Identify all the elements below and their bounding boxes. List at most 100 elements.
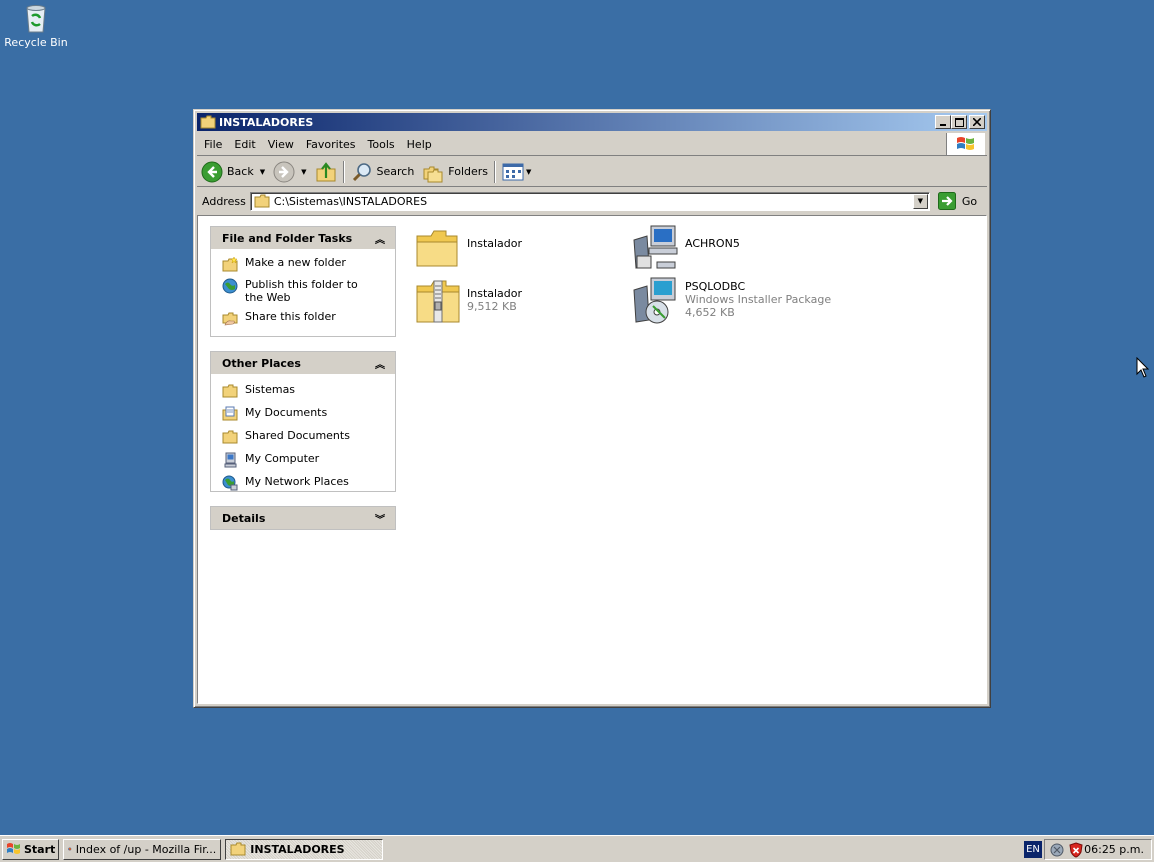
address-value: C:\Sistemas\INSTALADORES	[273, 194, 428, 208]
clock[interactable]: 06:25 p.m.	[1084, 843, 1144, 856]
folder-icon	[222, 384, 238, 398]
place-sistemas[interactable]: Sistemas	[222, 383, 395, 399]
go-button[interactable]: Go	[937, 192, 978, 210]
language-indicator[interactable]: EN	[1024, 841, 1042, 858]
address-dropdown-button[interactable]: ▼	[912, 193, 928, 209]
start-button[interactable]: Start	[2, 838, 60, 860]
task-label: Publish this folder to the Web	[245, 278, 358, 304]
maximize-icon	[954, 117, 964, 127]
zip-folder-icon	[416, 280, 460, 323]
file-item-folder-instalador[interactable]: Instalador	[413, 222, 522, 272]
my-computer-icon	[224, 452, 237, 468]
standard-toolbar: Back ▼ ▼ Search Folders ▼	[197, 157, 987, 187]
collapse-chevron-icon[interactable]: ︽	[375, 231, 385, 246]
place-label: My Computer	[245, 452, 320, 465]
go-arrow-icon	[937, 192, 956, 210]
other-places-header[interactable]: Other Places ︽	[211, 352, 395, 374]
panel-title: Details	[222, 511, 266, 525]
up-folder-button[interactable]	[311, 159, 341, 185]
other-places-panel: Other Places ︽ Sistemas My Documents Sha…	[210, 351, 396, 492]
explorer-window: INSTALADORES File Edit View Favorites To…	[193, 109, 991, 708]
place-shared-documents[interactable]: Shared Documents	[222, 429, 395, 445]
taskbar-button-firefox[interactable]: Index of /up - Mozilla Fir...	[63, 838, 222, 860]
folder-icon	[230, 842, 246, 856]
title-bar[interactable]: INSTALADORES	[197, 113, 987, 131]
file-size: 9,512 KB	[467, 300, 517, 313]
windows-flag-icon	[957, 137, 974, 150]
task-share-folder[interactable]: Share this folder	[222, 310, 395, 326]
folders-label: Folders	[448, 165, 489, 178]
menu-help[interactable]: Help	[401, 138, 438, 151]
task-label: Share this folder	[245, 310, 336, 323]
setup-program-icon	[633, 225, 678, 269]
address-field[interactable]: C:\Sistemas\INSTALADORES ▼	[249, 191, 930, 211]
details-panel: Details ︾	[210, 506, 396, 530]
file-name: Instalador	[467, 287, 523, 300]
file-size: 4,652 KB	[685, 306, 735, 319]
menu-file[interactable]: File	[197, 138, 228, 151]
folder-content-area: File and Folder Tasks ︽ Make a new folde…	[197, 215, 987, 704]
back-dropdown-icon[interactable]: ▼	[260, 168, 265, 176]
new-folder-icon	[222, 256, 238, 272]
toolbar-separator	[494, 160, 497, 183]
toolbar-separator	[342, 160, 345, 183]
back-label: Back	[227, 165, 254, 178]
back-button[interactable]: Back ▼	[197, 159, 269, 185]
place-label: Sistemas	[245, 383, 296, 396]
file-name: PSQLODBC	[685, 280, 746, 293]
windows-logo	[946, 133, 985, 155]
address-bar: Address C:\Sistemas\INSTALADORES ▼ Go	[197, 189, 987, 213]
taskbar: Start Index of /up - Mozilla Fir... INST…	[0, 835, 1154, 862]
close-icon	[973, 118, 981, 126]
network-places-icon	[222, 475, 238, 491]
forward-button[interactable]: ▼	[269, 159, 310, 185]
taskbar-button-instaladores[interactable]: INSTALADORES	[225, 838, 384, 860]
forward-dropdown-icon[interactable]: ▼	[301, 168, 306, 176]
views-button[interactable]: ▼	[498, 159, 535, 185]
share-folder-icon	[222, 312, 238, 326]
folder-icon	[254, 194, 270, 208]
menu-view[interactable]: View	[262, 138, 300, 151]
file-type: Windows Installer Package	[685, 293, 832, 306]
task-publish-to-web[interactable]: Publish this folder to the Web	[222, 278, 395, 304]
minimize-button[interactable]	[935, 115, 951, 129]
go-label: Go	[961, 194, 978, 208]
file-folder-tasks-panel: File and Folder Tasks ︽ Make a new folde…	[210, 226, 396, 337]
my-documents-icon	[222, 406, 238, 421]
file-item-psqlodbc[interactable]: PSQLODBC Windows Installer Package 4,652…	[631, 276, 831, 326]
back-arrow-icon	[201, 161, 223, 182]
panel-title: Other Places	[222, 356, 301, 370]
maximize-button[interactable]	[951, 115, 967, 129]
recycle-bin-desktop-icon[interactable]: Recycle Bin	[4, 2, 68, 49]
collapse-chevron-icon[interactable]: ︽	[375, 356, 385, 371]
up-folder-icon	[316, 161, 335, 181]
folder-icon	[200, 115, 216, 129]
search-label: Search	[376, 165, 415, 178]
place-label: My Documents	[245, 406, 328, 419]
search-button[interactable]: Search	[347, 159, 419, 185]
close-button[interactable]	[969, 115, 985, 129]
task-make-new-folder[interactable]: Make a new folder	[222, 256, 395, 272]
file-item-zip-instalador[interactable]: Instalador 9,512 KB	[413, 276, 522, 326]
file-folder-tasks-header[interactable]: File and Folder Tasks ︽	[211, 227, 395, 249]
menu-edit[interactable]: Edit	[228, 138, 261, 151]
place-label: Shared Documents	[245, 429, 350, 442]
network-tray-icon[interactable]	[1049, 842, 1065, 858]
menu-bar: File Edit View Favorites Tools Help	[197, 133, 987, 156]
menu-favorites[interactable]: Favorites	[300, 138, 362, 151]
place-my-documents[interactable]: My Documents	[222, 406, 395, 422]
place-my-network-places[interactable]: My Network Places	[222, 475, 395, 491]
file-item-achron5[interactable]: ACHRON5	[631, 222, 740, 272]
taskbar-button-label: Index of /up - Mozilla Fir...	[75, 842, 217, 856]
start-label: Start	[24, 842, 56, 856]
expand-chevron-icon[interactable]: ︾	[375, 511, 385, 526]
menu-tools[interactable]: Tools	[362, 138, 401, 151]
security-shield-icon[interactable]	[1068, 841, 1084, 858]
folders-icon	[423, 166, 443, 182]
system-tray: 06:25 p.m.	[1044, 839, 1152, 860]
task-label: Make a new folder	[245, 256, 346, 269]
details-header[interactable]: Details ︾	[211, 507, 395, 529]
views-dropdown-icon[interactable]: ▼	[526, 168, 531, 176]
place-my-computer[interactable]: My Computer	[222, 452, 395, 468]
folders-button[interactable]: Folders	[418, 159, 492, 185]
